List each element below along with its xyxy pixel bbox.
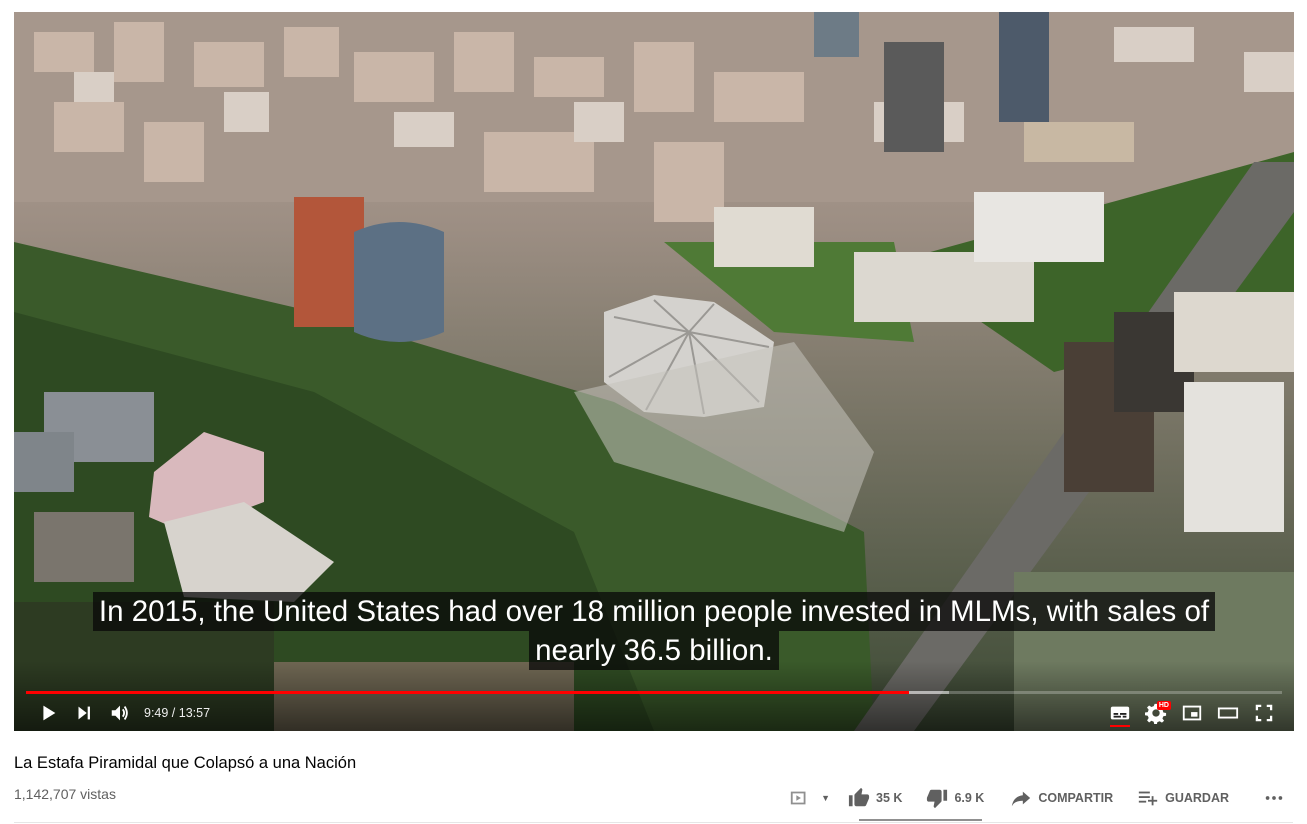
share-label: COMPARTIR — [1038, 791, 1114, 805]
save-label: GUARDAR — [1165, 791, 1229, 805]
miniplayer-button[interactable] — [1174, 695, 1210, 731]
more-horizontal-icon — [1265, 796, 1283, 800]
subtitles-icon — [1110, 706, 1130, 720]
sentiment-bar — [859, 819, 982, 821]
meta-divider — [14, 822, 1293, 823]
view-count: 1,142,707 vistas — [14, 786, 116, 802]
add-to-playlist-button[interactable]: ▼ — [789, 787, 830, 809]
subtitles-button[interactable] — [1102, 695, 1138, 731]
fullscreen-icon — [1255, 704, 1273, 722]
dislike-count: 6.9 K — [954, 791, 985, 805]
caption-line-1: In 2015, the United States had over 18 m… — [92, 592, 1216, 631]
playlist-add-icon — [1138, 791, 1158, 806]
thumbs-down-icon — [927, 789, 948, 809]
video-meta: La Estafa Piramidal que Colapsó a una Na… — [14, 752, 1293, 802]
volume-button[interactable] — [102, 695, 138, 731]
like-button[interactable]: 35 K — [848, 787, 902, 809]
chevron-down-icon: ▼ — [821, 793, 831, 803]
playlist-play-icon — [790, 791, 806, 805]
save-button[interactable]: GUARDAR — [1137, 787, 1229, 809]
play-button[interactable] — [30, 695, 66, 731]
share-button[interactable]: COMPARTIR — [1010, 787, 1113, 809]
progress-bar[interactable] — [26, 691, 1282, 694]
time-display: 9:49 / 13:57 — [144, 706, 211, 720]
theater-icon — [1217, 707, 1239, 719]
theater-button[interactable] — [1210, 695, 1246, 731]
share-icon — [1012, 791, 1031, 807]
captions: In 2015, the United States had over 18 m… — [14, 592, 1294, 670]
miniplayer-icon — [1182, 705, 1202, 721]
fullscreen-button[interactable] — [1246, 695, 1282, 731]
video-title: La Estafa Piramidal que Colapsó a una Na… — [14, 754, 357, 772]
subtitles-active-indicator — [1110, 725, 1130, 727]
more-actions-button[interactable] — [1263, 787, 1285, 809]
next-icon — [78, 706, 90, 720]
like-count: 35 K — [876, 791, 903, 805]
video-actions: ▼ 35 K 6.9 K COMPARTIR GUARDAR — [775, 785, 1285, 811]
next-button[interactable] — [66, 695, 102, 731]
progress-played — [26, 691, 909, 694]
hd-badge: HD — [1156, 701, 1171, 710]
volume-icon — [111, 705, 128, 721]
settings-button[interactable]: HD — [1138, 695, 1174, 731]
dislike-button[interactable]: 6.9 K — [926, 787, 984, 809]
sentiment-like-fill — [859, 819, 962, 821]
video-player[interactable]: In 2015, the United States had over 18 m… — [14, 12, 1294, 731]
thumbs-up-icon — [848, 787, 870, 807]
player-controls: 9:49 / 13:57 HD — [14, 695, 1294, 731]
play-icon — [43, 705, 56, 721]
